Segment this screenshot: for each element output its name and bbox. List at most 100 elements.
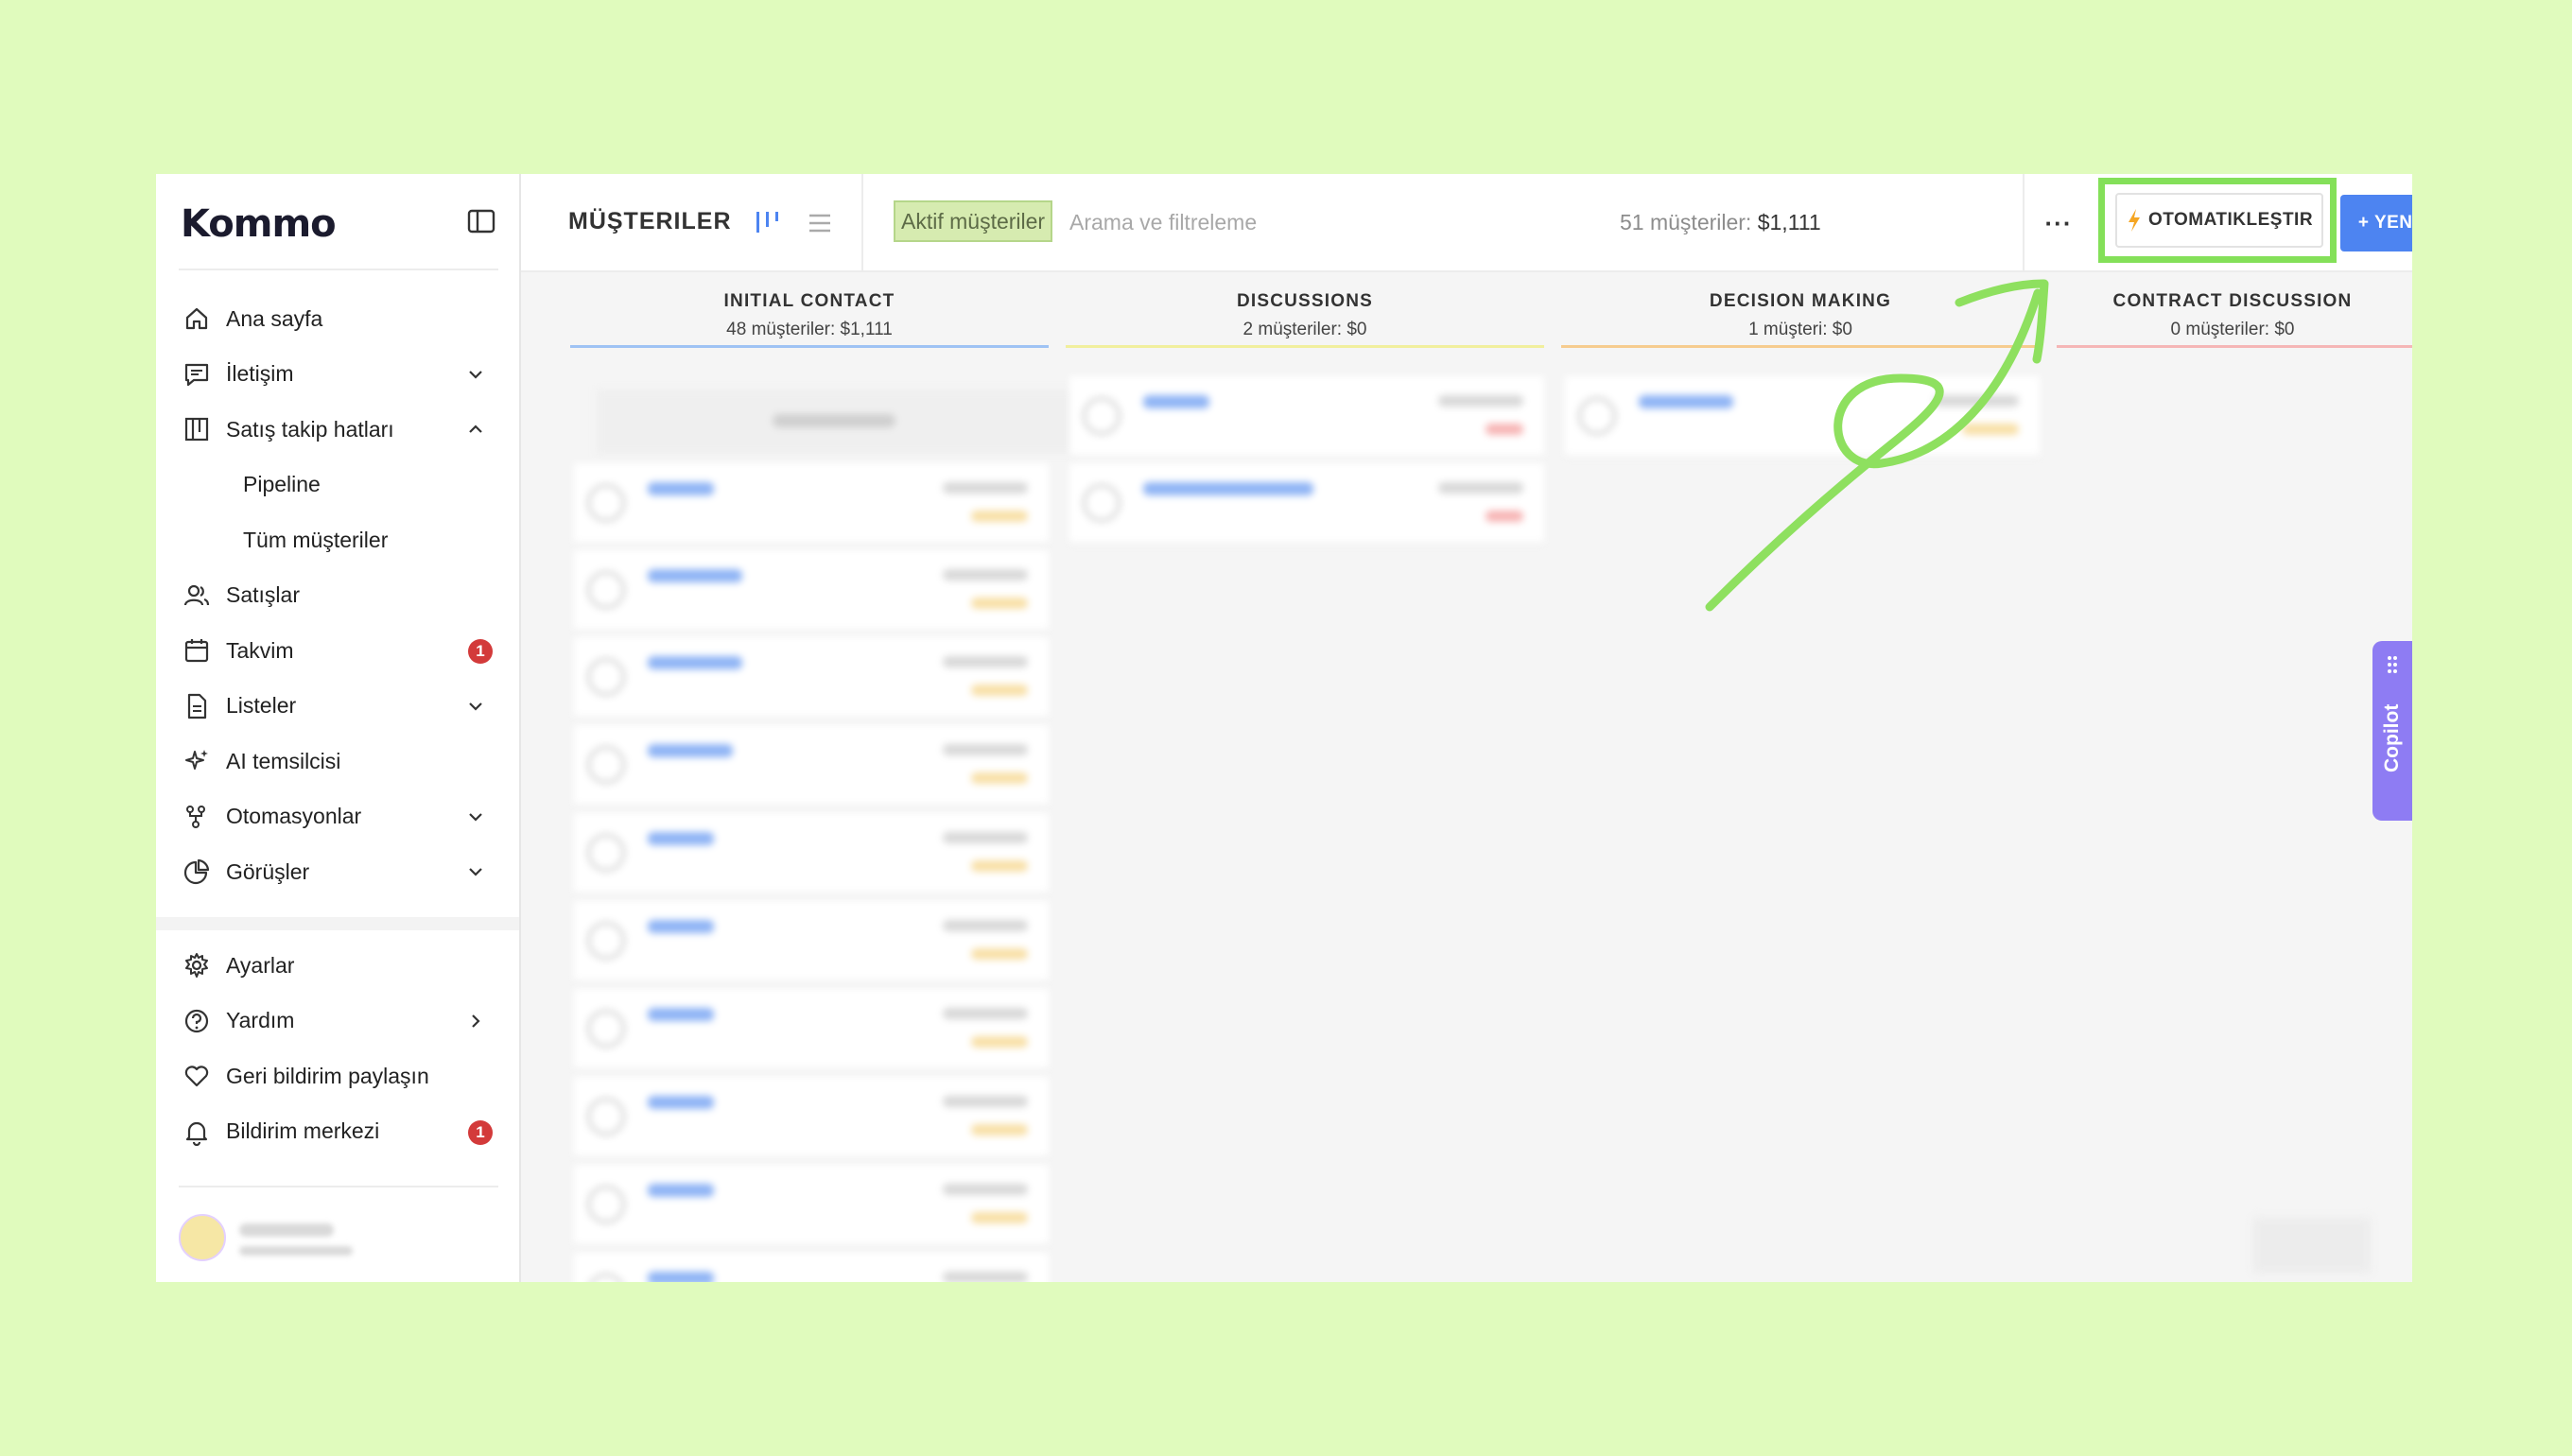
kanban-view-icon[interactable] bbox=[754, 208, 782, 236]
sidebar-item-label: AI temsilcisi bbox=[226, 748, 341, 773]
sidebar-subitem-pipeline[interactable]: Pipeline bbox=[156, 458, 521, 513]
chevron-down-icon[interactable] bbox=[464, 695, 487, 718]
sidebar-item-label: Tüm müşteriler bbox=[243, 527, 389, 552]
drag-handle-icon[interactable] bbox=[2386, 654, 2399, 675]
lead-card[interactable] bbox=[1069, 463, 1544, 544]
sidebar-item-label: Görüşler bbox=[226, 858, 310, 884]
home-icon bbox=[185, 308, 208, 330]
search-input[interactable]: Arama ve filtreleme bbox=[1069, 210, 1257, 235]
chevron-up-icon[interactable] bbox=[464, 418, 487, 441]
column-title: DECISION MAKING bbox=[1709, 291, 1892, 311]
document-icon bbox=[187, 693, 207, 719]
lead-card[interactable] bbox=[574, 989, 1049, 1069]
lead-card[interactable] bbox=[574, 1165, 1049, 1245]
lead-card[interactable] bbox=[574, 813, 1049, 893]
lead-card[interactable] bbox=[1565, 376, 2040, 457]
active-customers-filter[interactable]: Aktif müşteriler bbox=[894, 200, 1053, 242]
avatar[interactable] bbox=[179, 1214, 226, 1261]
sidebar-item-label: Ayarlar bbox=[226, 952, 295, 978]
chat-icon bbox=[184, 363, 209, 386]
kommo-logo[interactable]: Kommo bbox=[181, 202, 337, 246]
sidebar-item-label: Ana sayfa bbox=[226, 305, 323, 331]
sidebar-item-automations[interactable]: Otomasyonlar bbox=[156, 789, 521, 845]
chevron-down-icon[interactable] bbox=[464, 806, 487, 828]
column-meta: 2 müşteriler: $0 bbox=[1243, 320, 1367, 339]
sidebar-toggle-icon[interactable] bbox=[466, 206, 496, 236]
notification-badge: 1 bbox=[468, 639, 493, 664]
sidebar-item-sales[interactable]: Satışlar bbox=[156, 568, 521, 624]
divider bbox=[179, 269, 498, 270]
summary-count: 51 müşteriler: bbox=[1620, 210, 1752, 234]
sidebar-item-home[interactable]: Ana sayfa bbox=[156, 291, 521, 347]
sidebar: Kommo Ana sayfa İletişim Satış takip hat… bbox=[156, 174, 521, 1282]
divider bbox=[2023, 174, 2025, 270]
lead-card[interactable] bbox=[574, 550, 1049, 631]
column-title: DISCUSSIONS bbox=[1236, 291, 1374, 311]
page-title: MÜŞTERILER bbox=[568, 208, 732, 234]
new-customer-button[interactable]: + YENI MÜŞTERI bbox=[2340, 195, 2412, 251]
more-options-button[interactable]: ··· bbox=[2038, 202, 2079, 244]
chevron-right-icon[interactable] bbox=[464, 1010, 487, 1032]
chat-widget[interactable] bbox=[2253, 1218, 2371, 1273]
column-contract-discussion: CONTRACT DISCUSSION 0 müşteriler: $0 bbox=[2057, 272, 2412, 348]
lead-card[interactable] bbox=[574, 637, 1049, 718]
sidebar-item-label: Yardım bbox=[226, 1008, 295, 1033]
sidebar-item-insights[interactable]: Görüşler bbox=[156, 844, 521, 900]
list-view-icon[interactable] bbox=[807, 210, 833, 236]
pie-chart-icon bbox=[183, 859, 210, 885]
chevron-down-icon[interactable] bbox=[464, 363, 487, 386]
sidebar-item-label: Pipeline bbox=[243, 472, 321, 497]
column-color-bar bbox=[1066, 345, 1544, 348]
quick-add-card[interactable] bbox=[597, 390, 1075, 454]
lead-card[interactable] bbox=[574, 901, 1049, 981]
sidebar-item-feedback[interactable]: Geri bildirim paylaşın bbox=[156, 1049, 521, 1104]
column-title: CONTRACT DISCUSSION bbox=[2112, 291, 2353, 311]
column-color-bar bbox=[2057, 345, 2412, 348]
sidebar-item-pipelines[interactable]: Satış takip hatları bbox=[156, 402, 521, 458]
logo-row: Kommo bbox=[181, 199, 496, 251]
sidebar-item-label: Bildirim merkezi bbox=[226, 1118, 380, 1144]
sidebar-section-gap bbox=[156, 917, 519, 930]
column-color-bar bbox=[1561, 345, 2040, 348]
divider bbox=[861, 174, 863, 270]
sidebar-item-communication[interactable]: İletişim bbox=[156, 347, 521, 403]
lead-card[interactable] bbox=[1069, 376, 1544, 457]
users-icon bbox=[183, 584, 210, 606]
lead-card[interactable] bbox=[574, 725, 1049, 806]
lead-card[interactable] bbox=[574, 1253, 1049, 1282]
sidebar-subitem-all-customers[interactable]: Tüm müşteriler bbox=[156, 512, 521, 568]
sidebar-item-settings[interactable]: Ayarlar bbox=[156, 938, 521, 994]
sidebar-item-label: Takvim bbox=[226, 637, 294, 663]
pipeline-icon bbox=[184, 418, 209, 442]
user-profile[interactable] bbox=[179, 1214, 491, 1271]
sidebar-item-notifications[interactable]: Bildirim merkezi 1 bbox=[156, 1104, 521, 1160]
column-decision-making: DECISION MAKING 1 müşteri: $0 bbox=[1561, 272, 2040, 348]
flow-icon bbox=[186, 805, 205, 828]
notification-badge: 1 bbox=[468, 1119, 493, 1145]
copilot-tab[interactable]: Copilot bbox=[2372, 641, 2412, 821]
sidebar-item-label: Otomasyonlar bbox=[226, 804, 362, 829]
user-role-blurred bbox=[239, 1246, 353, 1256]
sidebar-item-lists[interactable]: Listeler bbox=[156, 679, 521, 735]
sidebar-item-label: İletişim bbox=[226, 361, 294, 387]
column-initial-contact: INITIAL CONTACT 48 müşteriler: $1,111 bbox=[570, 272, 1049, 348]
highlight-box bbox=[2098, 178, 2337, 263]
sidebar-item-ai-agent[interactable]: AI temsilcisi bbox=[156, 734, 521, 789]
calendar-icon bbox=[184, 639, 209, 663]
sidebar-item-label: Satışlar bbox=[226, 582, 300, 608]
summary-amount: $1,111 bbox=[1757, 210, 1821, 234]
sidebar-item-label: Listeler bbox=[226, 693, 297, 719]
sidebar-item-help[interactable]: Yardım bbox=[156, 994, 521, 1049]
column-discussions: DISCUSSIONS 2 müşteriler: $0 bbox=[1066, 272, 1544, 348]
copilot-label: Copilot bbox=[2381, 703, 2403, 773]
column-title: INITIAL CONTACT bbox=[723, 291, 895, 311]
lead-card[interactable] bbox=[574, 463, 1049, 544]
lead-card[interactable] bbox=[574, 1077, 1049, 1157]
column-meta: 0 müşteriler: $0 bbox=[2170, 320, 2295, 339]
heart-icon bbox=[184, 1066, 209, 1087]
divider bbox=[179, 1186, 498, 1187]
top-bar: MÜŞTERILER Aktif müşteriler Arama ve fil… bbox=[521, 174, 2412, 272]
sidebar-item-label: Geri bildirim paylaşın bbox=[226, 1063, 429, 1088]
sidebar-item-calendar[interactable]: Takvim 1 bbox=[156, 623, 521, 679]
chevron-down-icon[interactable] bbox=[464, 860, 487, 883]
